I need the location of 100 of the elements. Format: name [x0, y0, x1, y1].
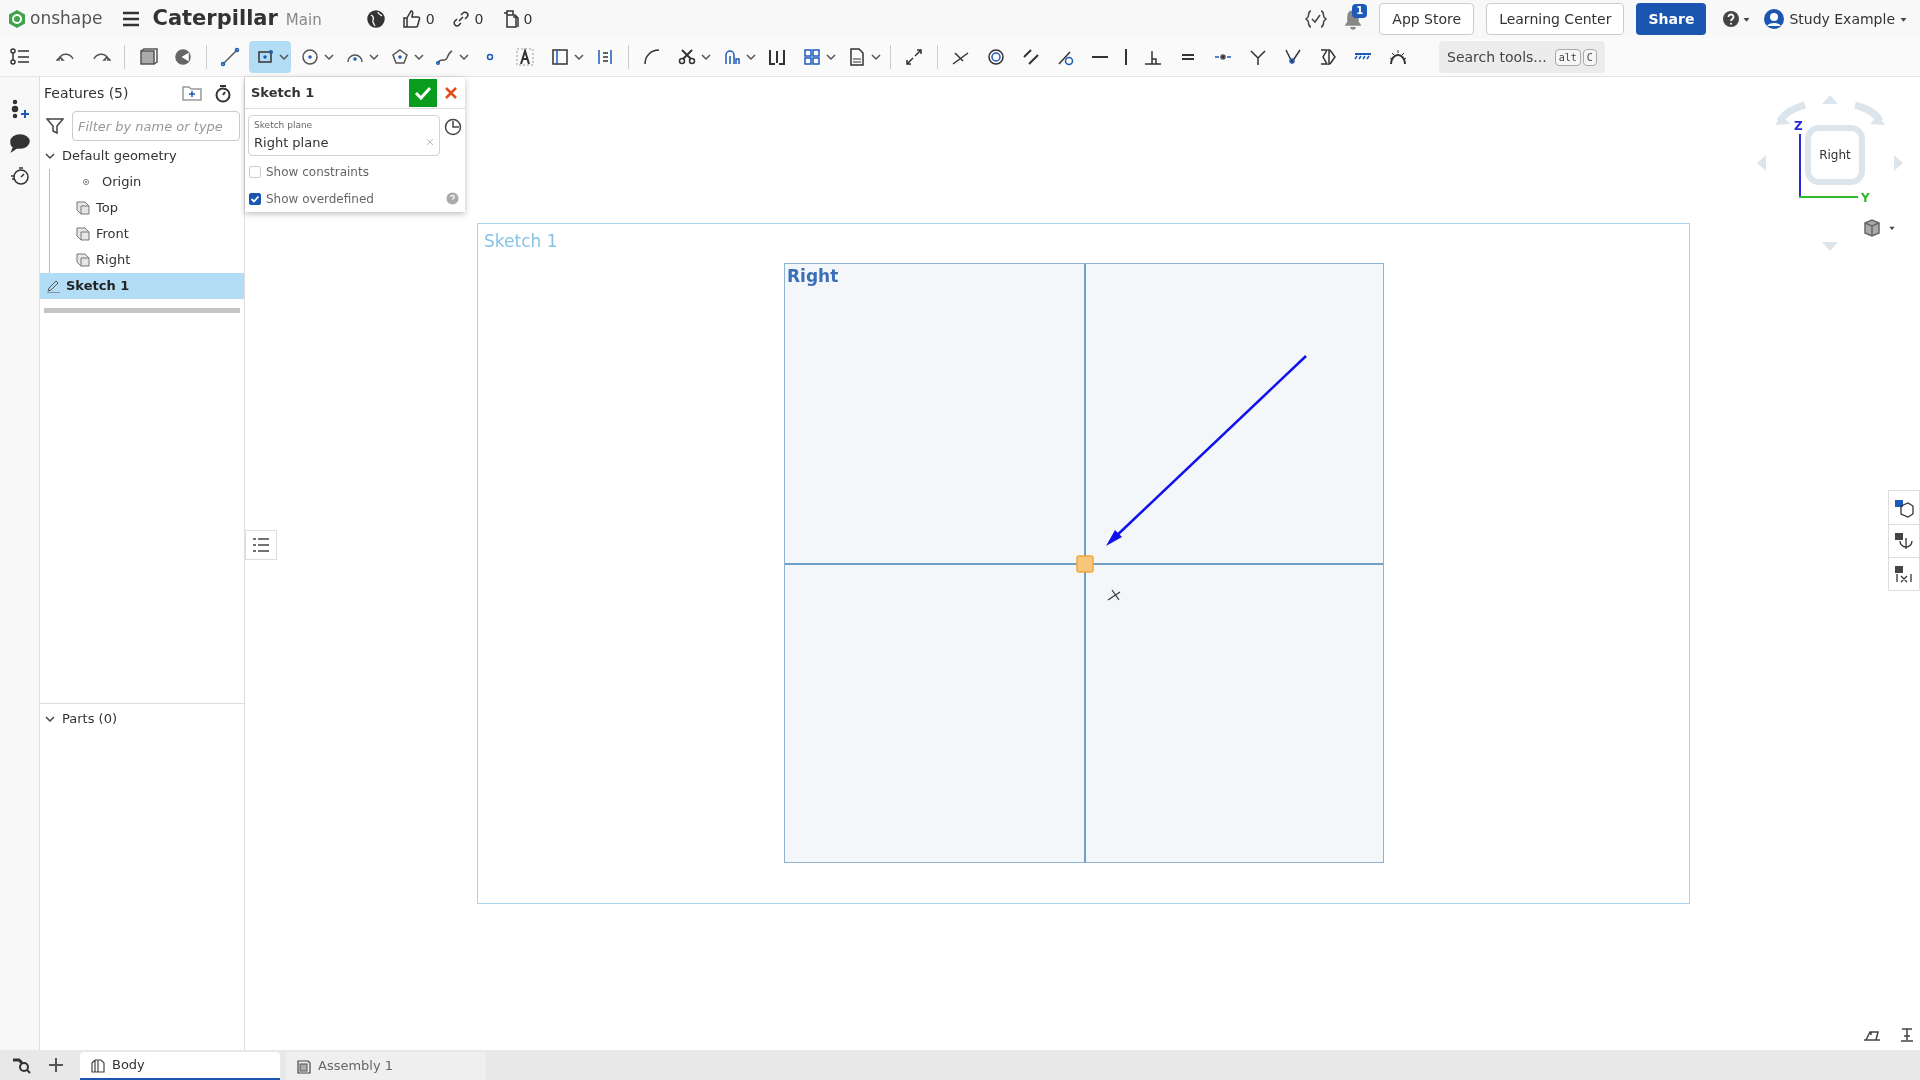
filter-icon[interactable]: [46, 117, 64, 135]
bracket-icon: [595, 47, 615, 67]
axis-label: Z: [1794, 118, 1803, 135]
feature-list-icon[interactable]: [8, 47, 31, 67]
thumbs-up-icon[interactable]: [401, 9, 422, 29]
close-icon: [444, 85, 458, 100]
view-cube[interactable]: Right: [1805, 125, 1865, 185]
parts-header[interactable]: Parts (0): [40, 706, 244, 732]
fillet-icon: [642, 47, 662, 67]
caret-icon[interactable]: [825, 51, 837, 63]
document-tab[interactable]: Assembly 1: [286, 1052, 486, 1080]
filter-field[interactable]: Filter by name or type: [72, 111, 240, 141]
part-studio-icon: [90, 1057, 106, 1073]
caret-icon[interactable]: [745, 51, 757, 63]
cursor-icon: [1107, 589, 1121, 601]
header-button[interactable]: Learning Center: [1486, 3, 1625, 35]
box-icon: [138, 47, 158, 67]
like-count: 0: [425, 9, 435, 29]
spline-icon: [435, 47, 455, 67]
text-icon: [515, 47, 535, 67]
logo-text: onshape: [30, 7, 103, 31]
feature-tree-item[interactable]: Right: [50, 247, 244, 273]
feature-tree-item[interactable]: Default geometry: [40, 143, 244, 169]
copy-count: 0: [523, 9, 533, 29]
field-label: Sketch plane: [254, 119, 314, 132]
stopwatch-icon[interactable]: [214, 83, 232, 103]
accept-button[interactable]: [409, 78, 437, 107]
plane-icon: [76, 201, 90, 215]
measure-icon[interactable]: [1863, 1028, 1881, 1042]
caret-icon[interactable]: [413, 51, 425, 63]
caret-icon[interactable]: [573, 51, 585, 63]
variable-studio-icon[interactable]: [1305, 9, 1328, 29]
grid-variable-icon: [1893, 564, 1915, 584]
search-tools-field[interactable]: Search tools... alt C: [1439, 41, 1605, 73]
document-tab[interactable]: Body: [80, 1052, 280, 1080]
document-title: Caterpillar: [152, 5, 278, 33]
list-icon: [252, 537, 270, 553]
concentric-icon: [986, 47, 1006, 67]
add-folder-icon[interactable]: [182, 85, 202, 101]
plane-icon: [76, 227, 90, 241]
bracket-icon: [767, 47, 787, 67]
field-value: Right plane: [254, 133, 329, 152]
axis-label: Y: [1861, 190, 1870, 207]
cube-icon[interactable]: [1862, 218, 1882, 238]
origin-point: [1076, 555, 1094, 573]
globe-icon[interactable]: [365, 9, 386, 29]
help-icon[interactable]: [1722, 10, 1741, 28]
menu-icon[interactable]: [122, 11, 141, 27]
redo-icon: [91, 53, 111, 61]
check-icon: [250, 193, 260, 204]
curvature-icon: [1388, 47, 1408, 67]
header-button[interactable]: App Store: [1379, 3, 1475, 35]
share-button[interactable]: Share: [1636, 3, 1707, 35]
add-tab-icon[interactable]: [48, 1057, 64, 1073]
grid-icon: [802, 47, 822, 67]
mass-properties-icon[interactable]: [1899, 1027, 1915, 1043]
chevron-icon[interactable]: [44, 713, 56, 725]
feature-tree-item[interactable]: Top: [50, 195, 244, 221]
checkbox-option[interactable]: Show overdefined: [245, 185, 465, 212]
chevron-icon[interactable]: [44, 150, 56, 162]
logo-icon: [8, 9, 26, 29]
grid-cube-icon: [1893, 497, 1915, 518]
caret-icon[interactable]: [368, 51, 380, 63]
symmetric-icon: [1318, 47, 1338, 67]
caret-icon[interactable]: [458, 51, 470, 63]
history-icon[interactable]: [444, 118, 462, 136]
stopwatch-icon[interactable]: [8, 165, 31, 187]
workspace-name: Main: [285, 10, 322, 32]
circle-icon: [300, 47, 320, 67]
caret-icon[interactable]: [870, 51, 882, 63]
caret-icon[interactable]: [1888, 224, 1896, 232]
caret-icon[interactable]: [323, 51, 335, 63]
disc-icon: [173, 47, 193, 67]
grid-section-icon: [1893, 531, 1915, 551]
feature-tree-item[interactable]: Front: [50, 221, 244, 247]
caret-icon[interactable]: [278, 51, 290, 63]
normal-icon: [1248, 47, 1268, 67]
horizontal-icon: [1091, 55, 1109, 59]
comment-icon[interactable]: [8, 133, 31, 153]
caret-icon[interactable]: [700, 51, 712, 63]
panel-title: Features (5): [44, 83, 130, 103]
view-search-icon[interactable]: [12, 1056, 32, 1074]
scrollbar[interactable]: [44, 308, 240, 313]
dialog-title: Sketch 1: [250, 83, 316, 102]
sketch-label: Sketch 1: [484, 230, 558, 253]
resize-icon: [904, 47, 924, 67]
list-toggle-button[interactable]: [245, 530, 277, 560]
sketch-plane-field[interactable]: Sketch plane Right plane: [248, 115, 440, 156]
user-name[interactable]: Study Example: [1789, 8, 1895, 30]
checkbox-option[interactable]: Show constraints: [245, 158, 465, 185]
shortcut-key: alt: [1554, 48, 1581, 66]
vertical-icon: [1124, 48, 1128, 66]
feature-tree-item[interactable]: Origin: [50, 169, 244, 195]
document-icon: [847, 47, 867, 67]
scissors-icon: [677, 47, 697, 67]
feature-tree-item[interactable]: Sketch 1: [40, 273, 244, 299]
plane-label: Right: [787, 265, 839, 288]
pierce-icon: [1283, 47, 1303, 67]
line-icon: [220, 47, 240, 67]
avatar-icon[interactable]: [1763, 8, 1786, 30]
